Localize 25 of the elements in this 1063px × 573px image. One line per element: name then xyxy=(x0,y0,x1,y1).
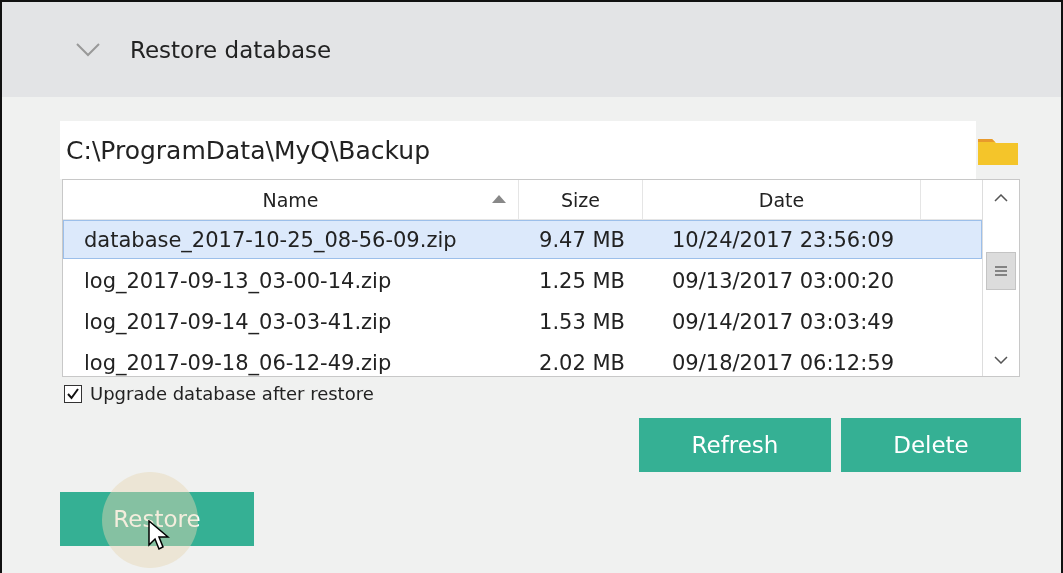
column-header[interactable]: Date xyxy=(643,180,921,219)
table-cell-text: log_2017-09-18_06-12-49.zip xyxy=(83,350,393,375)
scrollbar[interactable] xyxy=(982,180,1019,376)
scroll-up-icon[interactable] xyxy=(994,194,1008,202)
table-cell-text: 09/18/2017 06:12:59 xyxy=(671,350,895,375)
scroll-down-icon[interactable] xyxy=(994,356,1008,364)
column-header[interactable]: Name xyxy=(63,180,519,219)
table-cell-text: 2.02 MB xyxy=(538,350,626,375)
table-cell-text: database_2017-10-25_08-56-09.zip xyxy=(83,227,458,252)
table-cell-text: 10/24/2017 23:56:09 xyxy=(671,227,895,252)
table-cell-text: 09/14/2017 03:03:49 xyxy=(671,309,895,334)
section-title: Restore database xyxy=(130,36,332,63)
checkbox[interactable] xyxy=(64,384,82,403)
table-cell-text: 1.25 MB xyxy=(538,268,626,293)
table-cell-text: 1.53 MB xyxy=(538,309,626,334)
column-header[interactable]: Size xyxy=(519,180,643,219)
checkbox-label: Upgrade database after restore xyxy=(90,383,374,404)
table-cell-text: 9.47 MB xyxy=(538,227,626,252)
table-cell-text: 09/13/2017 03:00:20 xyxy=(671,268,895,293)
chevron-icon[interactable] xyxy=(76,42,100,57)
table-cell-text: log_2017-09-13_03-00-14.zip xyxy=(83,268,393,293)
scroll-thumb[interactable] xyxy=(986,252,1016,290)
table-cell-text: log_2017-09-14_03-03-41.zip xyxy=(83,309,393,334)
path-field[interactable]: C:\ProgramData\MyQ\Backup xyxy=(60,121,976,179)
table-row[interactable]: database_2017-10-25_08-56-09.zip 9.47 MB 10/24/2017 23:56:09 xyxy=(63,220,983,259)
